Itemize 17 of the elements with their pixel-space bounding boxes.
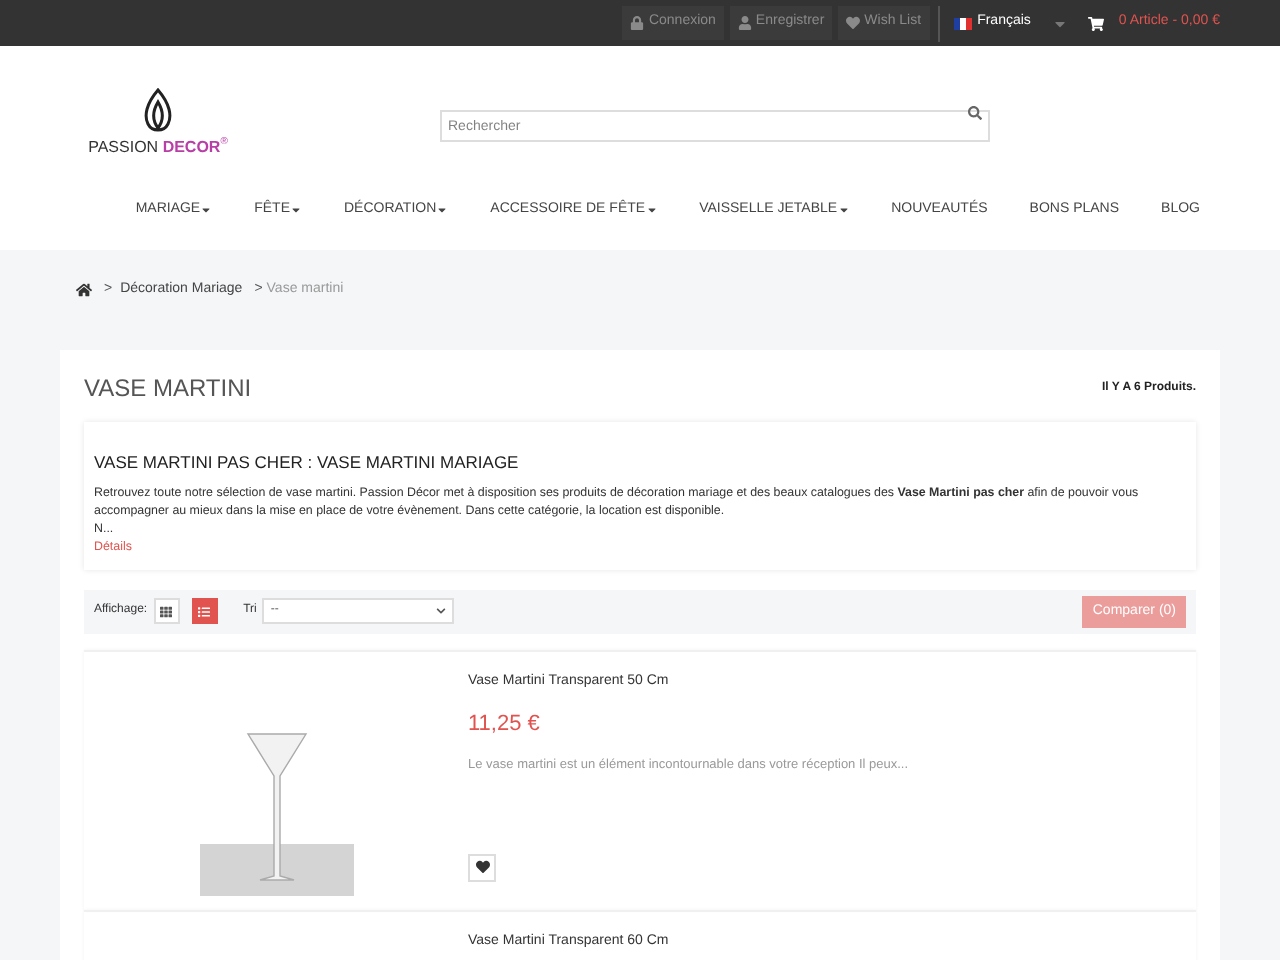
flag-icon [953,17,972,29]
search-icon[interactable] [968,105,982,119]
cart-icon[interactable] [1088,15,1105,31]
user-icon [737,16,752,30]
heart-icon [846,16,861,30]
wishlist-button[interactable] [468,853,496,882]
chevron-icon [436,606,447,617]
heart-icon [475,860,489,875]
list-icon [198,605,211,618]
category-title: VASE MARTINI [84,372,252,406]
logo-icon [140,87,176,135]
view-toggle[interactable] [191,598,218,625]
description-heading: VASE MARTINI PAS CHER : VASE MARTINI MARIAGE [94,450,521,476]
grid-icon [160,605,173,618]
lock-icon [630,16,645,30]
home-icon[interactable] [76,282,92,298]
product-price: 11,25 € [468,710,540,741]
